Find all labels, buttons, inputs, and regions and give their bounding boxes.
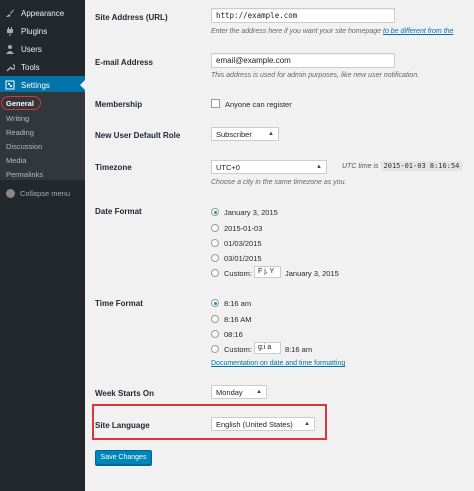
date-format-custom-label: Custom: <box>224 269 252 278</box>
timezone-select[interactable]: UTC+0 ▲︎ <box>211 160 327 174</box>
time-format-radio-1[interactable] <box>211 299 219 307</box>
week-starts-select[interactable]: Monday ▲︎ <box>211 385 267 399</box>
date-format-custom-input[interactable]: F j, Y <box>254 266 281 278</box>
date-format-radio-1[interactable] <box>211 208 219 216</box>
date-format-radio-custom[interactable] <box>211 269 219 277</box>
membership-label: Membership <box>95 100 143 109</box>
date-format-radio-4[interactable] <box>211 254 219 262</box>
date-format-custom-preview: January 3, 2015 <box>285 269 339 278</box>
settings-icon <box>5 80 15 90</box>
timezone-desc: Choose a city in the same timezone as yo… <box>211 179 347 186</box>
brush-icon <box>5 8 15 18</box>
submenu-item-permalinks[interactable]: Permalinks <box>6 170 43 179</box>
email-label: E-mail Address <box>95 58 153 67</box>
site-address-input[interactable]: http://example.com <box>211 8 395 23</box>
admin-sidebar: Appearance Plugins Users Tools Settings … <box>0 0 85 491</box>
date-format-option-1: January 3, 2015 <box>224 208 278 217</box>
utc-time-label: UTC time is <box>342 163 379 170</box>
site-address-label: Site Address (URL) <box>95 13 168 22</box>
date-format-label: Date Format <box>95 207 142 216</box>
collapse-icon <box>6 189 15 198</box>
week-starts-label: Week Starts On <box>95 389 154 398</box>
time-format-label: Time Format <box>95 299 143 308</box>
default-role-select[interactable]: Subscriber ▲︎ <box>211 127 279 141</box>
time-format-option-3: 08:16 <box>224 330 243 339</box>
collapse-label: Collapse menu <box>20 189 71 198</box>
menu-item-appearance[interactable]: Appearance <box>0 4 85 22</box>
date-format-option-4: 03/01/2015 <box>224 254 262 263</box>
time-format-option-2: 8:16 AM <box>224 315 252 324</box>
menu-item-tools[interactable]: Tools <box>0 58 85 76</box>
time-format-custom-preview: 8:16 am <box>285 345 313 354</box>
date-format-option-2: 2015-01-03 <box>224 224 263 233</box>
menu-item-plugins[interactable]: Plugins <box>0 22 85 40</box>
collapse-menu[interactable]: Collapse menu <box>6 189 70 198</box>
chevron-updown-icon: ▲︎ <box>268 131 274 137</box>
time-format-radio-2[interactable] <box>211 315 219 323</box>
save-changes-button[interactable]: Save Changes <box>95 450 152 465</box>
date-format-radio-3[interactable] <box>211 239 219 247</box>
week-starts-value: Monday <box>216 387 243 397</box>
timezone-label: Timezone <box>95 163 132 172</box>
site-address-desc: Enter the address here if you want your … <box>211 28 453 35</box>
menu-label-settings: Settings <box>21 80 50 90</box>
site-language-highlight-box <box>92 404 327 440</box>
chevron-updown-icon: ▲︎ <box>256 389 262 395</box>
submenu-item-media[interactable]: Media <box>6 156 26 165</box>
utc-time-display: UTC time is 2015-01-03 8:16:54 <box>342 161 463 171</box>
date-format-radio-2[interactable] <box>211 224 219 232</box>
email-input[interactable]: email@example.com <box>211 53 395 68</box>
menu-label-plugins: Plugins <box>21 26 48 36</box>
default-role-value: Subscriber <box>216 129 252 139</box>
time-format-radio-3[interactable] <box>211 330 219 338</box>
users-icon <box>5 44 15 54</box>
submenu-item-writing[interactable]: Writing <box>6 114 29 123</box>
utc-time-value: 2015-01-03 8:16:54 <box>380 161 463 171</box>
general-highlight-ring <box>1 96 41 110</box>
menu-item-users[interactable]: Users <box>0 40 85 58</box>
site-address-desc-link[interactable]: to be different from the <box>383 28 453 35</box>
time-format-radio-custom[interactable] <box>211 345 219 353</box>
submenu-item-reading[interactable]: Reading <box>6 128 34 137</box>
submenu-item-discussion[interactable]: Discussion <box>6 142 42 151</box>
anyone-can-register-checkbox[interactable] <box>211 99 220 108</box>
time-format-option-1: 8:16 am <box>224 299 252 308</box>
timezone-value: UTC+0 <box>216 162 240 172</box>
anyone-can-register-label: Anyone can register <box>225 100 292 109</box>
menu-label-tools: Tools <box>21 62 40 72</box>
default-role-label: New User Default Role <box>95 131 181 140</box>
menu-label-users: Users <box>21 44 42 54</box>
time-format-custom-label: Custom: <box>224 345 252 354</box>
site-address-desc-text: Enter the address here if you want your … <box>211 28 382 35</box>
email-desc: This address is used for admin purposes,… <box>211 72 420 79</box>
date-format-option-3: 01/03/2015 <box>224 239 262 248</box>
time-format-custom-input[interactable]: g:i a <box>254 342 281 354</box>
plug-icon <box>5 26 15 36</box>
chevron-updown-icon: ▲︎ <box>316 164 322 170</box>
menu-label-appearance: Appearance <box>21 8 65 18</box>
date-time-doc-link[interactable]: Documentation on date and time formattin… <box>211 360 345 367</box>
wrench-icon <box>5 62 16 72</box>
